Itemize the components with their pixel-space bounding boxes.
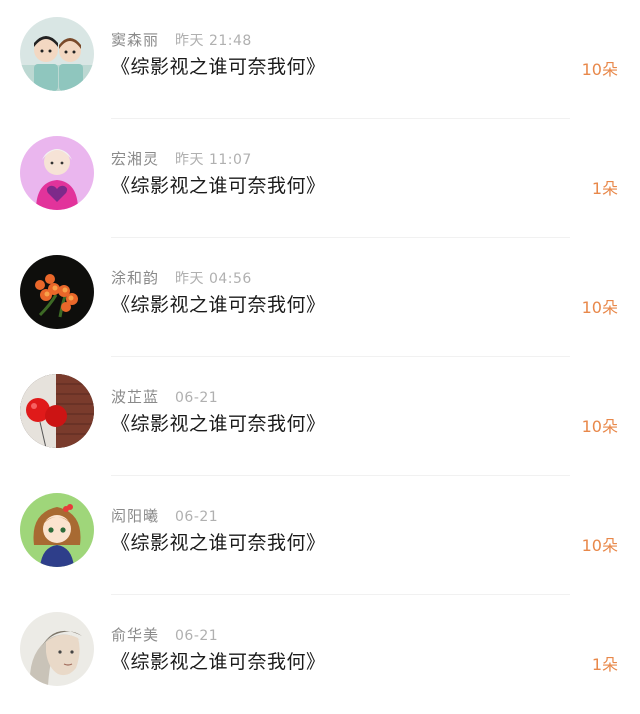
user-name[interactable]: 涂和韵 (111, 269, 159, 287)
record-time: 昨天 11:07 (175, 152, 252, 168)
list-item[interactable]: 闳阳曦 06-21 《综影视之谁可奈我何》 10朵 (0, 476, 640, 595)
record-meta: 俞华美 06-21 (111, 625, 218, 645)
list-item[interactable]: 波芷蓝 06-21 《综影视之谁可奈我何》 10朵 (0, 357, 640, 476)
flower-count: 10朵 (581, 298, 618, 317)
user-name[interactable]: 波芷蓝 (111, 388, 159, 406)
flower-count: 10朵 (581, 60, 618, 79)
sketch-portrait-avatar-icon[interactable] (20, 612, 94, 686)
record-time: 昨天 21:48 (175, 33, 252, 49)
list-item[interactable]: 宏湘灵 昨天 11:07 《综影视之谁可奈我何》 1朵 (0, 119, 640, 238)
record-time: 昨天 04:56 (175, 271, 252, 287)
red-balloons-avatar-icon[interactable] (20, 374, 94, 448)
gift-record-list: 窦森丽 昨天 21:48 《综影视之谁可奈我何》 10朵 宏湘灵 昨天 11:07 … (0, 0, 640, 706)
record-meta: 窦森丽 昨天 21:48 (111, 30, 252, 50)
book-title[interactable]: 《综影视之谁可奈我何》 (111, 54, 326, 80)
list-item[interactable]: 窦森丽 昨天 21:48 《综影视之谁可奈我何》 10朵 (0, 0, 640, 119)
record-time: 06-21 (175, 628, 219, 644)
list-item[interactable]: 俞华美 06-21 《综影视之谁可奈我何》 1朵 (0, 595, 640, 714)
book-title[interactable]: 《综影视之谁可奈我何》 (111, 649, 326, 675)
boys-avatar-icon[interactable] (20, 17, 94, 91)
flower-count: 10朵 (581, 417, 618, 436)
user-name[interactable]: 窦森丽 (111, 31, 159, 49)
flower-count: 10朵 (581, 536, 618, 555)
anime-girl-avatar-icon[interactable] (20, 493, 94, 567)
book-title[interactable]: 《综影视之谁可奈我何》 (111, 173, 326, 199)
list-item[interactable]: 涂和韵 昨天 04:56 《综影视之谁可奈我何》 10朵 (0, 238, 640, 357)
record-time: 06-21 (175, 509, 219, 525)
user-name[interactable]: 宏湘灵 (111, 150, 159, 168)
record-meta: 闳阳曦 06-21 (111, 506, 218, 526)
record-meta: 涂和韵 昨天 04:56 (111, 268, 252, 288)
orange-flowers-avatar-icon[interactable] (20, 255, 94, 329)
pink-heart-girl-avatar-icon[interactable] (20, 136, 94, 210)
record-time: 06-21 (175, 390, 219, 406)
user-name[interactable]: 闳阳曦 (111, 507, 159, 525)
flower-count: 1朵 (591, 655, 618, 674)
user-name[interactable]: 俞华美 (111, 626, 159, 644)
flower-count: 1朵 (591, 179, 618, 198)
book-title[interactable]: 《综影视之谁可奈我何》 (111, 411, 326, 437)
book-title[interactable]: 《综影视之谁可奈我何》 (111, 292, 326, 318)
record-meta: 波芷蓝 06-21 (111, 387, 218, 407)
record-meta: 宏湘灵 昨天 11:07 (111, 149, 252, 169)
book-title[interactable]: 《综影视之谁可奈我何》 (111, 530, 326, 556)
